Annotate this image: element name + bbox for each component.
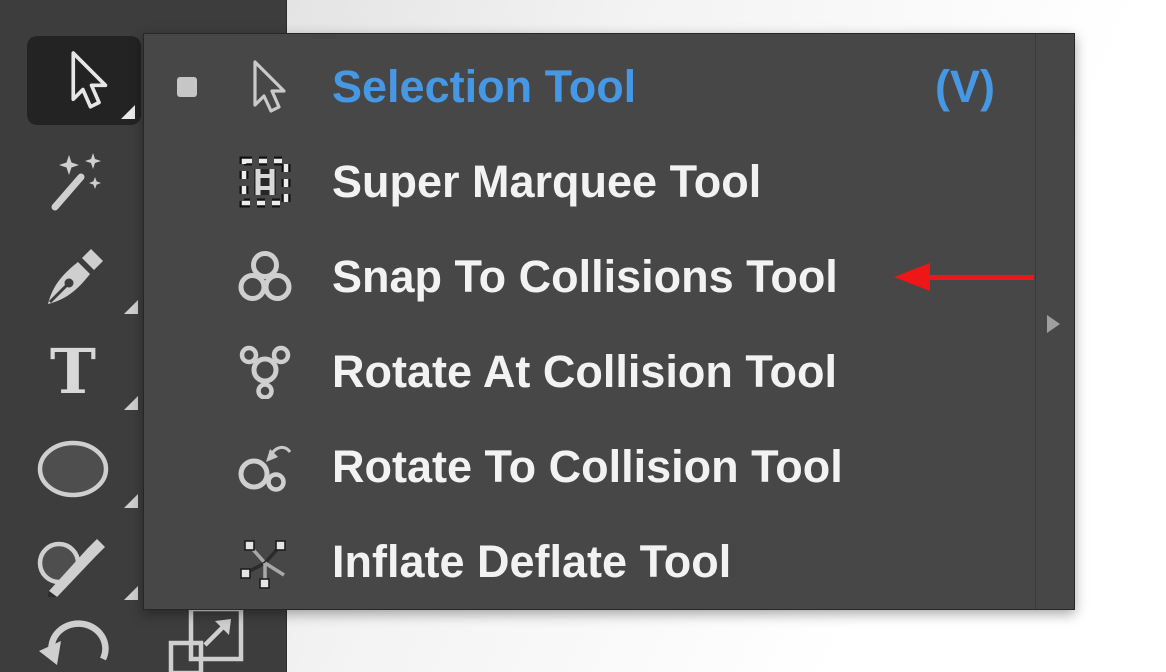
flyout-tear-strip[interactable] (1035, 34, 1074, 609)
type-tool-icon: T (50, 341, 96, 403)
toolbar-pen-tool[interactable] (38, 244, 108, 314)
menu-item-shortcut: (V) (935, 61, 995, 113)
pen-icon (40, 246, 106, 312)
menu-item-rotate-to-collision-tool[interactable]: Rotate To Collision Tool (144, 419, 1035, 514)
current-tool-indicator (177, 77, 197, 97)
selection-cursor-icon (55, 48, 113, 114)
tool-flyout-menu: Selection Tool (V) Super Marquee Tool (143, 33, 1075, 610)
menu-item-label: Inflate Deflate Tool (332, 536, 731, 588)
menu-item-inflate-deflate-tool[interactable]: Inflate Deflate Tool (144, 514, 1035, 609)
menu-item-rotate-at-collision-tool[interactable]: Rotate At Collision Tool (144, 324, 1035, 419)
selection-cursor-icon (238, 60, 292, 114)
toolbar-artboard-tool[interactable] (164, 610, 254, 672)
toolbar-ellipse-tool[interactable] (34, 438, 112, 500)
current-tool-indicator (177, 552, 197, 572)
current-tool-indicator (177, 362, 197, 382)
red-arrow-head (894, 263, 930, 291)
ellipse-icon (35, 439, 111, 499)
current-tool-indicator (177, 267, 197, 287)
snap-collisions-icon (238, 250, 292, 304)
menu-item-label: Rotate To Collision Tool (332, 441, 843, 493)
flyout-expander-arrow (1047, 315, 1060, 333)
flyout-corner-indicator (124, 396, 138, 410)
toolbar-shaper-tool[interactable] (34, 528, 110, 598)
menu-item-label: Super Marquee Tool (332, 156, 761, 208)
rotate-at-collision-icon (238, 345, 292, 399)
rotate-arrow-icon (37, 614, 115, 672)
marquee-icon (238, 155, 292, 209)
toolbar-rotate-view-tool[interactable] (36, 614, 116, 672)
current-tool-indicator (177, 172, 197, 192)
red-arrow-tail (926, 275, 1034, 280)
menu-item-selection-tool[interactable]: Selection Tool (V) (144, 40, 1035, 135)
menu-item-label: Snap To Collisions Tool (332, 251, 838, 303)
shaper-icon (35, 529, 109, 597)
menu-item-label: Rotate At Collision Tool (332, 346, 837, 398)
current-tool-indicator (177, 457, 197, 477)
menu-item-label: Selection Tool (332, 61, 636, 113)
flyout-corner-indicator (121, 105, 135, 119)
rotate-to-collision-icon (238, 440, 292, 494)
annotation-red-arrow (894, 263, 1034, 292)
toolbar-magic-wand-tool[interactable] (38, 148, 108, 218)
magic-wand-icon (39, 149, 107, 217)
flyout-corner-indicator (124, 586, 138, 600)
toolbar-selection-tool[interactable] (27, 36, 141, 125)
toolbar-type-tool[interactable]: T (38, 336, 108, 408)
inflate-deflate-icon (238, 535, 292, 589)
menu-item-super-marquee-tool[interactable]: Super Marquee Tool (144, 135, 1035, 230)
flyout-corner-indicator (124, 494, 138, 508)
flyout-item-list: Selection Tool (V) Super Marquee Tool (144, 34, 1035, 609)
artboard-icon (165, 610, 253, 672)
flyout-corner-indicator (124, 300, 138, 314)
